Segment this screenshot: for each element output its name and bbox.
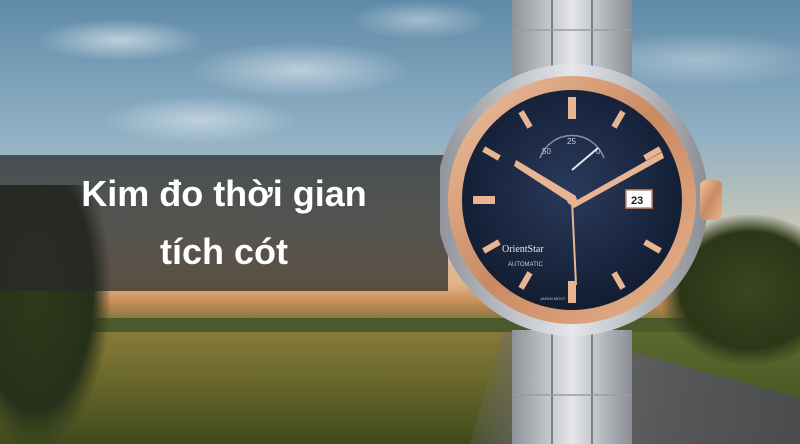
hand-pinion	[567, 195, 577, 205]
product-hero-image: Kim đo thời gian tích cót 50 25 0 23 Ori…	[0, 0, 800, 444]
date-value: 23	[631, 195, 643, 207]
brand-logo-text: OrientStar	[502, 244, 544, 255]
caption-line-1: Kim đo thời gian	[81, 173, 367, 214]
power-reserve-label-25: 25	[567, 137, 576, 146]
caption-line-2: tích cót	[159, 231, 288, 272]
wristwatch: 50 25 0 23 OrientStar AUTOMATIC JAPAN MO…	[440, 0, 722, 444]
bracelet-bottom	[512, 330, 632, 444]
model-text: AUTOMATIC	[508, 262, 543, 268]
crown	[700, 180, 722, 220]
origin-text: JAPAN MOVT	[540, 296, 566, 301]
caption-title: Kim đo thời gian tích cót	[0, 165, 448, 281]
power-reserve-label-50: 50	[542, 147, 551, 156]
